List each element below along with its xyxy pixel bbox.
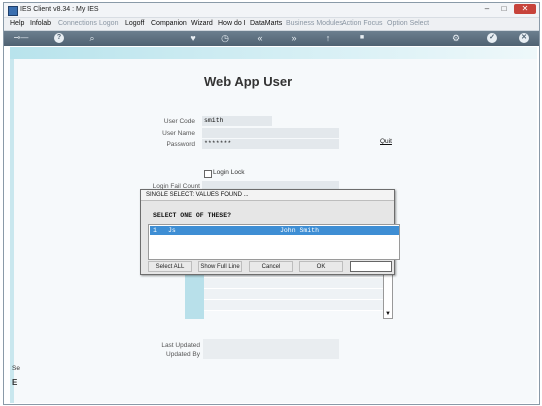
clock-icon[interactable]: ◷: [219, 32, 231, 44]
menu-logoff[interactable]: Logoff: [125, 20, 144, 27]
left-strip: [10, 59, 14, 403]
left-cut-label-2: E: [12, 378, 18, 387]
up-icon[interactable]: ↑: [322, 32, 334, 44]
search-icon[interactable]: ⌕: [86, 32, 98, 44]
minimize-icon[interactable]: –: [479, 4, 495, 14]
select-all-button[interactable]: Select ALL: [148, 261, 192, 272]
help-icon[interactable]: ?: [54, 33, 64, 43]
title-bar: IES Client v8.34 : My IES – □ ✕: [4, 3, 539, 18]
password-label: Password: [166, 141, 195, 148]
app-icon: [8, 6, 18, 16]
dialog-search-input[interactable]: [350, 261, 392, 272]
list-item[interactable]: [204, 300, 383, 311]
user-name-label: User Name: [162, 130, 195, 137]
single-select-dialog: SINGLE SELECT: VALUES FOUND ... SELECT O…: [140, 189, 400, 275]
menu-wizard[interactable]: Wizard: [191, 20, 213, 27]
dialog-value-row[interactable]: 1 Js John Smith: [150, 226, 399, 235]
toolbar: ⊸— ? ⌕ ♥ ◷ « » ↑ ■ ⚙ ✓ ✕: [4, 31, 539, 46]
dialog-values-list: 1 Js John Smith: [148, 224, 400, 260]
password-field[interactable]: *******: [202, 139, 339, 149]
user-code-field[interactable]: smith: [202, 116, 272, 126]
menu-datamarts[interactable]: DataMarts: [250, 20, 282, 27]
list-item[interactable]: [204, 278, 383, 289]
key-icon[interactable]: ⊸—: [12, 32, 30, 44]
row-code: Js: [168, 227, 176, 234]
updated-by-field: [203, 349, 339, 359]
menu-business-modules[interactable]: Business Modules: [286, 20, 343, 27]
menu-logon[interactable]: Logon: [99, 20, 118, 27]
close-window-icon[interactable]: ✕: [514, 4, 536, 14]
heart-icon[interactable]: ♥: [187, 32, 199, 44]
dialog-prompt: SELECT ONE OF THESE?: [153, 212, 232, 219]
header-band: [10, 47, 537, 59]
scroll-down-icon[interactable]: ▼: [384, 310, 392, 318]
dialog-title: SINGLE SELECT: VALUES FOUND ...: [141, 190, 394, 201]
login-lock-checkbox[interactable]: [204, 170, 212, 178]
quit-link[interactable]: Quit: [380, 138, 392, 145]
user-code-label: User Code: [163, 118, 195, 125]
ok-button[interactable]: OK: [299, 261, 343, 272]
row-name: John Smith: [280, 227, 320, 234]
updated-by-label: Updated By: [166, 351, 200, 358]
menu-infolab[interactable]: Infolab: [30, 20, 51, 27]
dialog-button-bar: Select ALL Show Full Line Cancel OK: [141, 259, 394, 274]
app-window: IES Client v8.34 : My IES – □ ✕ Help Inf…: [3, 2, 540, 405]
left-cut-label-1: Se: [12, 365, 20, 372]
stop-icon[interactable]: ■: [356, 32, 368, 44]
menu-bar: Help Infolab Connections Logon Logoff Co…: [4, 18, 539, 31]
show-full-line-button[interactable]: Show Full Line: [198, 261, 242, 272]
gear-icon[interactable]: ⚙: [450, 32, 462, 44]
menu-option-select[interactable]: Option Select: [387, 20, 429, 27]
list-item[interactable]: [204, 289, 383, 300]
user-name-field[interactable]: [202, 128, 339, 138]
rewind-icon[interactable]: «: [254, 32, 266, 44]
window-title: IES Client v8.34 : My IES: [20, 6, 99, 13]
last-updated-field: [203, 339, 339, 349]
menu-help[interactable]: Help: [10, 20, 24, 27]
cancel-button[interactable]: Cancel: [249, 261, 293, 272]
page-title: Web App User: [204, 74, 293, 89]
login-lock-label: Login Lock: [213, 169, 245, 176]
forward-icon[interactable]: »: [288, 32, 300, 44]
menu-action-focus[interactable]: Action Focus: [342, 20, 382, 27]
menu-connections[interactable]: Connections: [58, 20, 97, 27]
menu-how-do-i[interactable]: How do I: [218, 20, 246, 27]
row-number: 1: [153, 227, 157, 234]
last-updated-label: Last Updated: [161, 342, 200, 349]
menu-companion[interactable]: Companion: [151, 20, 187, 27]
check-icon[interactable]: ✓: [487, 33, 497, 43]
maximize-icon[interactable]: □: [496, 4, 512, 14]
close-icon[interactable]: ✕: [519, 33, 529, 43]
